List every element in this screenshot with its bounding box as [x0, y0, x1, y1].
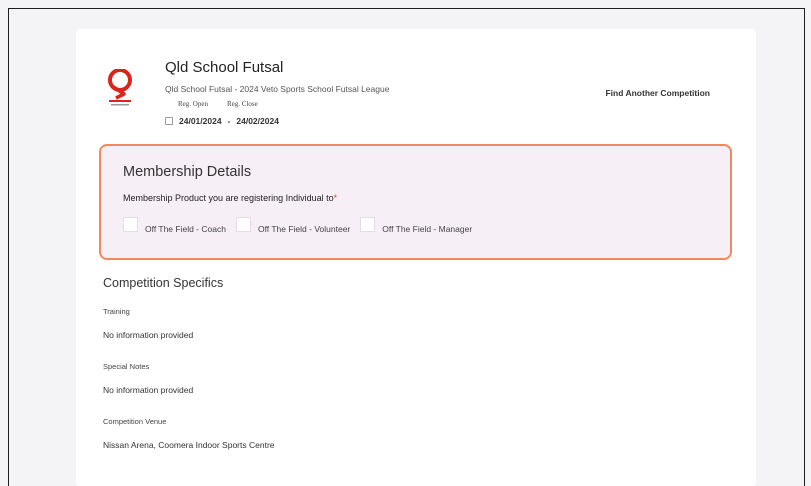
- competition-specifics: Competition Specifics Training No inform…: [103, 276, 703, 472]
- find-another-competition-link[interactable]: Find Another Competition: [605, 88, 710, 98]
- volunteer-option-label[interactable]: Off The Field - Volunteer: [258, 224, 350, 234]
- venue-label: Competition Venue: [103, 417, 167, 426]
- coach-option-label[interactable]: Off The Field - Coach: [145, 224, 226, 234]
- reg-close-label: Reg. Close: [226, 100, 258, 108]
- reg-close-date: 24/02/2024: [236, 116, 279, 126]
- registration-labels: Reg. Open Reg. Close: [178, 100, 258, 108]
- membership-options: Off The Field - Coach Off The Field - Vo…: [123, 217, 482, 234]
- reg-open-date: 24/01/2024: [179, 116, 222, 126]
- membership-option-manager[interactable]: Off The Field - Manager: [360, 217, 472, 234]
- required-mark: *: [333, 193, 338, 203]
- qld-school-futsal-logo-icon: [108, 69, 132, 106]
- training-value: No information provided: [103, 330, 194, 340]
- membership-option-volunteer[interactable]: Off The Field - Volunteer: [235, 217, 350, 234]
- training-label: Training: [103, 307, 130, 316]
- special-notes-label: Special Notes: [103, 362, 150, 371]
- membership-details-panel: Membership Details Membership Product yo…: [99, 144, 732, 260]
- competition-title: Qld School Futsal: [165, 59, 284, 76]
- manager-checkbox[interactable]: [360, 217, 376, 232]
- special-notes-value: No information provided: [103, 385, 194, 395]
- reg-open-label: Reg. Open: [178, 100, 208, 108]
- registration-dates: 24/01/2024 - 24/02/2024: [165, 116, 279, 126]
- membership-question: Membership Product you are registering I…: [123, 193, 337, 203]
- membership-option-coach[interactable]: Off The Field - Coach: [123, 217, 226, 234]
- coach-checkbox[interactable]: [123, 217, 138, 232]
- registration-card: Qld School Futsal Qld School Futsal - 20…: [76, 29, 756, 486]
- specifics-title: Competition Specifics: [103, 276, 224, 290]
- volunteer-checkbox[interactable]: [235, 217, 251, 232]
- venue-value: Nissan Arena, Coomera Indoor Sports Cent…: [103, 440, 275, 450]
- manager-option-label[interactable]: Off The Field - Manager: [382, 224, 472, 234]
- membership-question-text: Membership Product you are registering I…: [123, 193, 334, 203]
- competition-subtitle: Qld School Futsal - 2024 Veto Sports Sch…: [165, 84, 390, 94]
- competition-header: Qld School Futsal Qld School Futsal - 20…: [76, 29, 756, 141]
- reg-date-separator: -: [227, 116, 231, 126]
- membership-title: Membership Details: [123, 164, 252, 180]
- calendar-icon: [165, 117, 173, 125]
